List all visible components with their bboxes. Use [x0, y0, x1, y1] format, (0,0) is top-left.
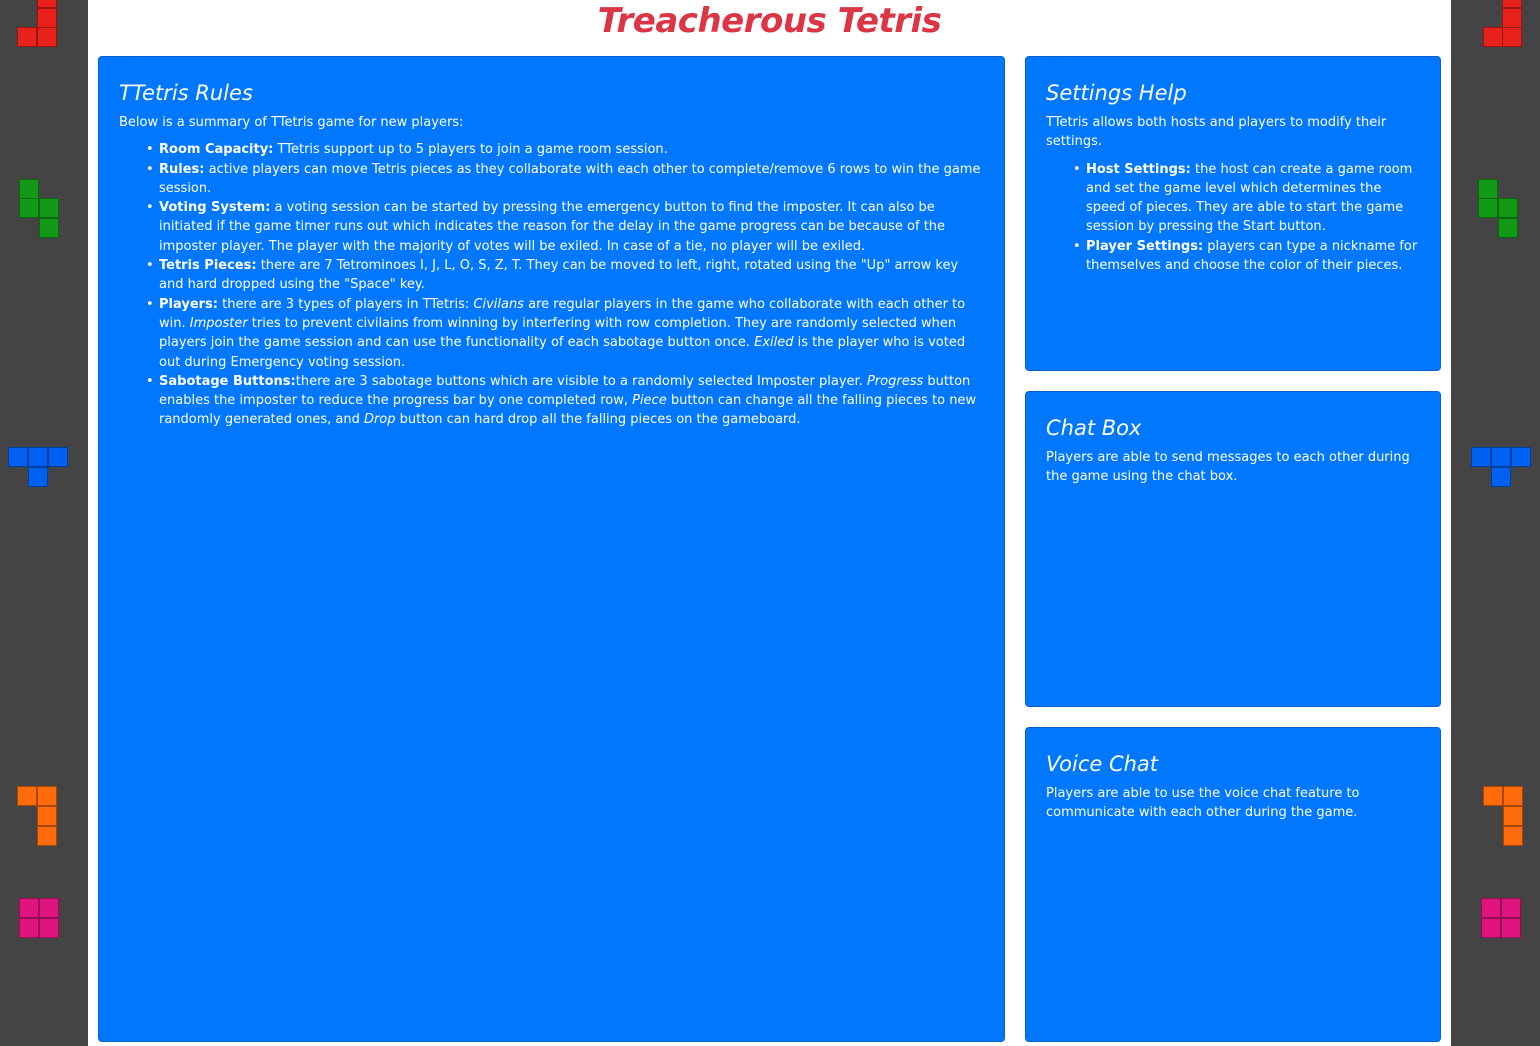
chat-box-card: Chat Box Players are able to send messag… — [1025, 391, 1441, 707]
settings-label: Player Settings: — [1086, 238, 1204, 254]
page-title: Treacherous Tetris — [597, 1, 942, 41]
voice-heading: Voice Chat — [1046, 752, 1159, 776]
rule-item-rules: Rules: active players can move Tetris pi… — [146, 160, 984, 199]
rule-item-voting-system: Voting System: a voting session can be s… — [146, 198, 984, 256]
settings-list: Host Settings: the host can create a gam… — [1073, 160, 1420, 276]
imposter-term: Imposter — [189, 315, 248, 331]
rule-label: Players: — [159, 296, 218, 312]
rule-text: there are 3 types of players in TTetris: — [218, 296, 474, 312]
rule-text: TTetris support up to 5 players to join … — [273, 142, 668, 158]
rule-text: button can hard drop all the falling pie… — [395, 412, 801, 428]
rule-label: Room Capacity: — [159, 142, 274, 158]
rules-intro: Below is a summary of TTetris game for n… — [119, 115, 464, 130]
rule-item-sabotage-buttons: Sabotage Buttons:there are 3 sabotage bu… — [146, 372, 984, 430]
rules-heading: TTetris Rules — [119, 81, 253, 105]
voice-chat-card: Voice Chat Players are able to use the v… — [1025, 727, 1441, 1042]
settings-intro: TTetris allows both hosts and players to… — [1046, 115, 1387, 150]
left-decoration-column — [0, 0, 88, 1046]
rule-item-tetris-pieces: Tetris Pieces: there are 7 Tetrominoes I… — [146, 256, 984, 295]
rule-label: Rules: — [159, 161, 205, 177]
rule-label: Voting System: — [159, 200, 271, 216]
rule-item-players: Players: there are 3 types of players in… — [146, 295, 984, 372]
rules-list: Room Capacity: TTetris support up to 5 p… — [146, 140, 984, 430]
chat-heading: Chat Box — [1046, 416, 1142, 440]
rule-text: there are 3 sabotage buttons which are v… — [295, 373, 867, 389]
rule-text: active players can move Tetris pieces as… — [159, 161, 981, 196]
rule-item-room-capacity: Room Capacity: TTetris support up to 5 p… — [146, 140, 984, 160]
rule-label: Tetris Pieces: — [159, 258, 257, 274]
rule-text: there are 7 Tetrominoes I, J, L, O, S, Z… — [159, 258, 959, 293]
settings-heading: Settings Help — [1046, 81, 1187, 105]
chat-text: Players are able to send messages to eac… — [1046, 450, 1410, 485]
progress-term: Progress — [866, 373, 924, 389]
drop-term: Drop — [363, 412, 396, 428]
right-decoration-column — [1451, 0, 1540, 1046]
settings-item-host: Host Settings: the host can create a gam… — [1073, 160, 1420, 237]
settings-label: Host Settings: — [1086, 161, 1191, 177]
settings-help-card: Settings Help TTetris allows both hosts … — [1025, 56, 1441, 371]
settings-item-player: Player Settings: players can type a nick… — [1073, 237, 1420, 276]
civilians-term: Civilans — [473, 296, 524, 312]
rules-card: TTetris Rules Below is a summary of TTet… — [98, 56, 1005, 1042]
voice-text: Players are able to use the voice chat f… — [1046, 786, 1360, 821]
rule-label: Sabotage Buttons: — [159, 373, 296, 389]
main-content: Treacherous Tetris TTetris Rules Below i… — [88, 0, 1451, 1046]
rule-text: a voting session can be started by press… — [159, 200, 946, 254]
piece-term: Piece — [632, 393, 667, 409]
exiled-term: Exiled — [754, 335, 794, 351]
